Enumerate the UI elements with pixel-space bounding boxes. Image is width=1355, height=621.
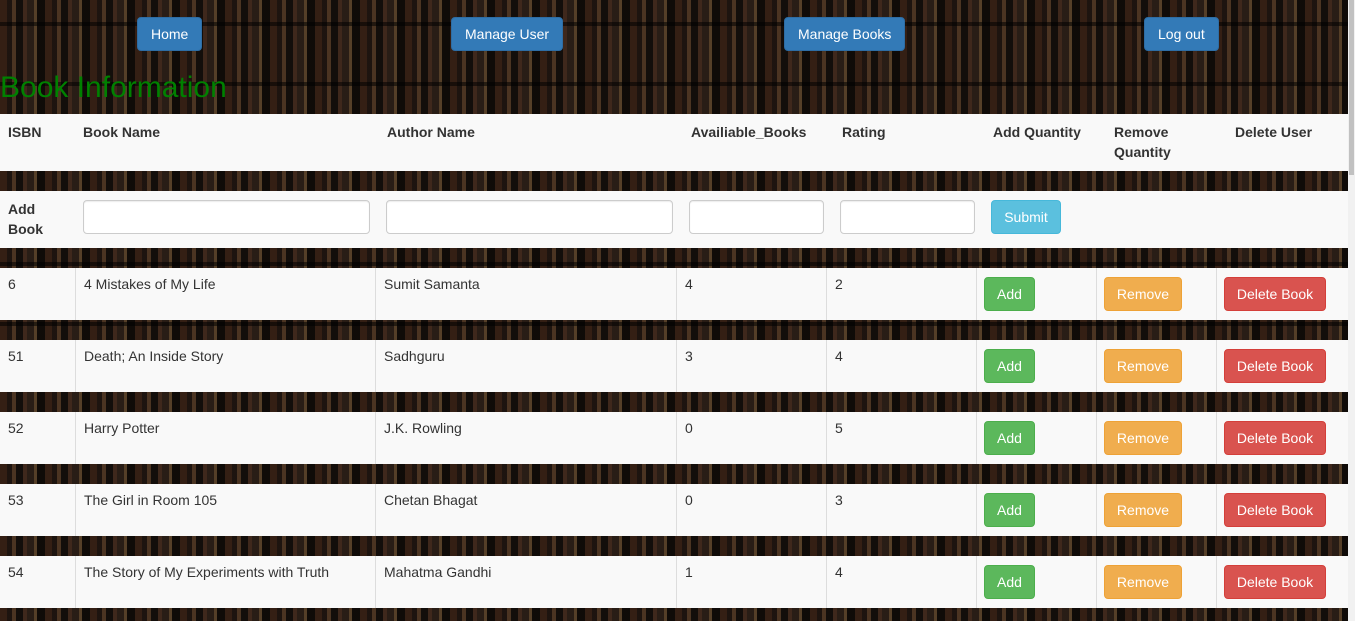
available-books-cell: 3 — [676, 340, 826, 392]
rating-cell: 4 — [826, 556, 976, 608]
header-isbn: ISBN — [8, 124, 42, 140]
header-add-quantity: Add Quantity — [993, 124, 1081, 140]
remove-quantity-button[interactable]: Remove — [1104, 349, 1182, 383]
vertical-scrollbar[interactable] — [1348, 0, 1355, 621]
author-name-cell: Sadhguru — [375, 340, 676, 392]
book-name-cell: 4 Mistakes of My Life — [75, 268, 375, 320]
header-available-books: Availiable_Books — [691, 124, 807, 140]
delete-book-button[interactable]: Delete Book — [1224, 277, 1326, 311]
book-name-cell: Death; An Inside Story — [75, 340, 375, 392]
scrollbar-thumb[interactable] — [1349, 0, 1354, 175]
logout-button[interactable]: Log out — [1144, 17, 1219, 51]
rating-input[interactable] — [840, 200, 975, 234]
page-title: Book Information — [0, 71, 227, 104]
available-books-cell: 1 — [676, 556, 826, 608]
isbn-cell: 54 — [8, 564, 24, 580]
isbn-cell: 51 — [8, 348, 24, 364]
book-name-cell: The Story of My Experiments with Truth — [75, 556, 375, 608]
add-quantity-button[interactable]: Add — [984, 277, 1035, 311]
column-divider — [976, 268, 977, 320]
manage-books-button[interactable]: Manage Books — [784, 17, 906, 51]
remove-quantity-button[interactable]: Remove — [1104, 277, 1182, 311]
column-divider — [976, 484, 977, 536]
add-quantity-button[interactable]: Add — [984, 565, 1035, 599]
available-books-input[interactable] — [689, 200, 824, 234]
remove-quantity-button[interactable]: Remove — [1104, 565, 1182, 599]
author-name-cell: J.K. Rowling — [375, 412, 676, 464]
column-divider — [1216, 412, 1217, 464]
column-divider — [1096, 484, 1097, 536]
add-book-label: Add Book — [8, 201, 43, 237]
book-name-input[interactable] — [83, 200, 370, 234]
column-divider — [1216, 340, 1217, 392]
column-divider — [1096, 268, 1097, 320]
author-name-input[interactable] — [386, 200, 673, 234]
manage-user-button[interactable]: Manage User — [451, 17, 564, 51]
available-books-cell: 0 — [676, 484, 826, 536]
column-divider — [976, 412, 977, 464]
header-remove-quantity: Remove Quantity — [1114, 124, 1171, 160]
column-divider — [1216, 268, 1217, 320]
isbn-cell: 52 — [8, 420, 24, 436]
column-divider — [1216, 484, 1217, 536]
rating-cell: 4 — [826, 340, 976, 392]
rating-cell: 3 — [826, 484, 976, 536]
column-divider — [1096, 556, 1097, 608]
add-quantity-button[interactable]: Add — [984, 349, 1035, 383]
delete-book-button[interactable]: Delete Book — [1224, 565, 1326, 599]
header-book-name: Book Name — [83, 124, 161, 140]
author-name-cell: Chetan Bhagat — [375, 484, 676, 536]
table-row: 51 Death; An Inside Story Sadhguru 3 4 Add Rem… — [0, 340, 1348, 392]
header-author-name: Author Name — [387, 124, 475, 140]
add-quantity-button[interactable]: Add — [984, 421, 1035, 455]
delete-book-button[interactable]: Delete Book — [1224, 421, 1326, 455]
table-row: 53 The Girl in Room 105 Chetan Bhagat 0 3 Add… — [0, 484, 1348, 536]
rating-cell: 5 — [826, 412, 976, 464]
author-name-cell: Sumit Samanta — [375, 268, 676, 320]
column-divider — [1096, 340, 1097, 392]
header-delete-user: Delete User — [1235, 124, 1313, 140]
column-divider — [976, 340, 977, 392]
table-row: 6 4 Mistakes of My Life Sumit Samanta 4 2 Add… — [0, 268, 1348, 320]
available-books-cell: 4 — [676, 268, 826, 320]
rating-cell: 2 — [826, 268, 976, 320]
header-rating: Rating — [842, 124, 886, 140]
author-name-cell: Mahatma Gandhi — [375, 556, 676, 608]
isbn-cell: 6 — [8, 276, 16, 292]
add-book-row: Add Book Submit — [0, 191, 1348, 248]
isbn-cell: 53 — [8, 492, 24, 508]
remove-quantity-button[interactable]: Remove — [1104, 421, 1182, 455]
delete-book-button[interactable]: Delete Book — [1224, 349, 1326, 383]
available-books-cell: 0 — [676, 412, 826, 464]
table-row: 54 The Story of My Experiments with Truth… — [0, 556, 1348, 608]
column-divider — [1216, 556, 1217, 608]
table-row: 52 Harry Potter J.K. Rowling 0 5 Add Remove Del… — [0, 412, 1348, 464]
home-button[interactable]: Home — [137, 17, 203, 51]
delete-book-button[interactable]: Delete Book — [1224, 493, 1326, 527]
column-divider — [976, 556, 977, 608]
book-name-cell: Harry Potter — [75, 412, 375, 464]
book-name-cell: The Girl in Room 105 — [75, 484, 375, 536]
table-header-row: ISBN Book Name Author Name Availiable_Bo… — [0, 114, 1348, 171]
remove-quantity-button[interactable]: Remove — [1104, 493, 1182, 527]
submit-button[interactable]: Submit — [991, 200, 1061, 234]
add-quantity-button[interactable]: Add — [984, 493, 1035, 527]
column-divider — [1096, 412, 1097, 464]
